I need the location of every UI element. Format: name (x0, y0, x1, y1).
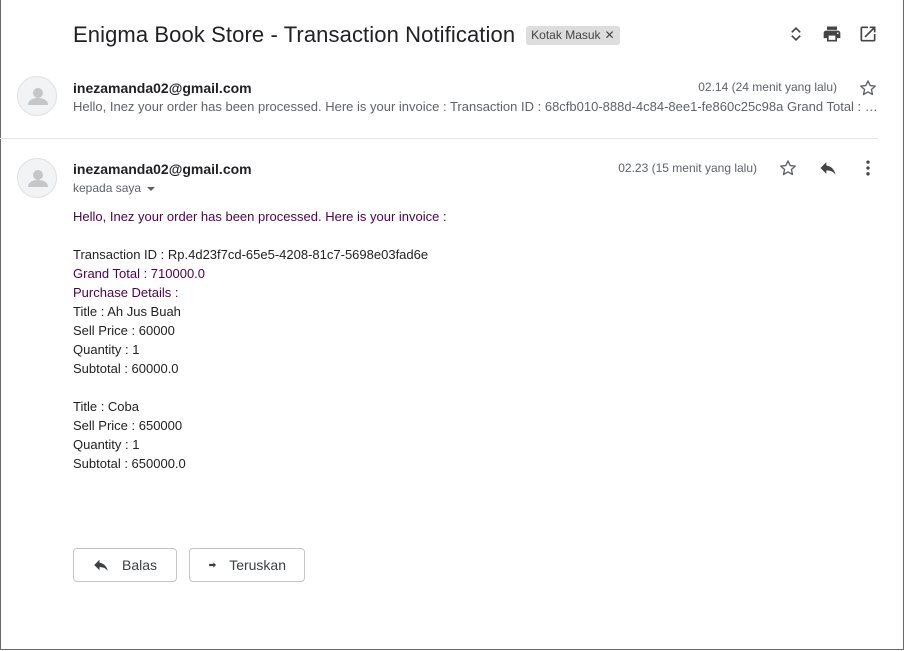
chevron-down-icon (147, 186, 156, 191)
message-snippet: Hello, Inez your order has been processe… (73, 99, 878, 114)
remove-label-icon[interactable]: ✕ (605, 28, 615, 42)
item-sell-price: Sell Price : 60000 (73, 323, 175, 338)
transaction-id: Transaction ID : Rp.4d23f7cd-65e5-4208-8… (73, 247, 429, 262)
label-chip-text: Kotak Masuk (531, 28, 601, 42)
reply-button-label: Balas (122, 557, 158, 573)
more-options-icon[interactable] (858, 158, 878, 178)
reply-icon[interactable] (818, 158, 838, 178)
item-quantity: Quantity : 1 (73, 437, 140, 452)
open-new-window-icon[interactable] (858, 24, 878, 44)
reply-icon (94, 559, 108, 571)
thread-header: Enigma Book Store - Transaction Notifica… (73, 18, 620, 52)
message-collapsed[interactable]: inezamanda02@gmail.com 02.14 (24 menit y… (0, 74, 878, 139)
avatar (17, 76, 57, 116)
item-title: Title : Coba (73, 399, 139, 414)
thread-subject: Enigma Book Store - Transaction Notifica… (73, 22, 516, 47)
forward-button[interactable]: Teruskan (189, 548, 305, 582)
reply-actions: Balas Teruskan (73, 548, 305, 582)
recipient-details-toggle[interactable]: kepada saya (73, 181, 156, 195)
item-sell-price: Sell Price : 650000 (73, 418, 183, 433)
greeting-line: Hello, Inez your order has been processe… (73, 209, 447, 224)
message-body: Hello, Inez your order has been processe… (73, 207, 447, 473)
print-icon[interactable] (822, 24, 842, 44)
item-subtotal: Subtotal : 650000.0 (73, 456, 186, 471)
sender-name: inezamanda02@gmail.com (73, 80, 252, 96)
label-chip-inbox[interactable]: Kotak Masuk ✕ (526, 25, 620, 45)
message-time: 02.14 (24 menit yang lalu) (698, 80, 837, 94)
purchase-details-heading: Purchase Details : (73, 285, 179, 300)
star-icon[interactable] (778, 158, 798, 178)
item-subtotal: Subtotal : 60000.0 (73, 361, 179, 376)
item-title: Title : Ah Jus Buah (73, 304, 181, 319)
reply-button[interactable]: Balas (73, 548, 177, 582)
item-quantity: Quantity : 1 (73, 342, 140, 357)
thread-actions (786, 24, 878, 44)
message-time: 02.23 (15 menit yang lalu) (618, 161, 757, 175)
forward-button-label: Teruskan (229, 557, 286, 573)
sender-name: inezamanda02@gmail.com (73, 161, 252, 177)
avatar (17, 158, 57, 198)
recipient-label: kepada saya (73, 181, 142, 195)
collapse-icon[interactable] (786, 24, 806, 44)
forward-icon (209, 562, 217, 568)
star-icon[interactable] (858, 78, 878, 98)
grand-total: Grand Total : 710000.0 (73, 266, 206, 281)
